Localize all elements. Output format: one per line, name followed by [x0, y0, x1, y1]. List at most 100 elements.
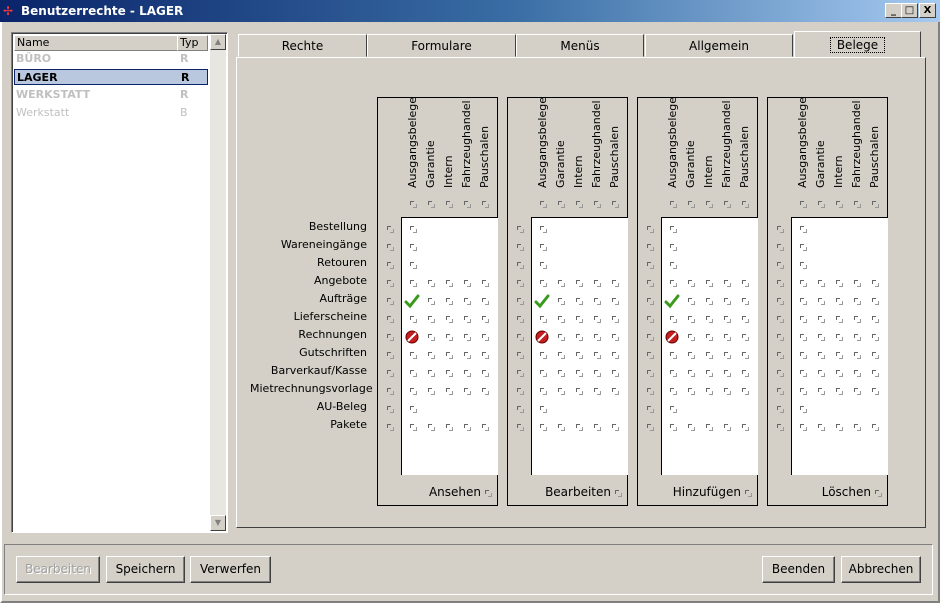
permission-checkbox[interactable] [540, 316, 547, 323]
permission-checkbox[interactable] [446, 298, 453, 305]
row-checkbox[interactable] [517, 352, 524, 359]
tab-allgemein[interactable]: Allgemein [645, 34, 793, 57]
permission-checkbox[interactable] [724, 424, 731, 431]
permission-checkbox[interactable] [742, 370, 749, 377]
permission-checkbox[interactable] [854, 298, 861, 305]
permission-checkbox[interactable] [742, 316, 749, 323]
permission-checkbox[interactable] [854, 388, 861, 395]
permission-checkbox[interactable] [540, 226, 547, 233]
permission-checkbox[interactable] [576, 352, 583, 359]
permission-checkbox[interactable] [800, 352, 807, 359]
user-list-row[interactable]: Werkstatt B [14, 105, 208, 121]
permission-checkbox[interactable] [706, 424, 713, 431]
granted-check-icon[interactable] [404, 293, 420, 309]
group-checkbox[interactable] [615, 489, 622, 497]
row-checkbox[interactable] [647, 244, 654, 251]
permission-checkbox[interactable] [724, 352, 731, 359]
permission-checkbox[interactable] [742, 424, 749, 431]
permission-checkbox[interactable] [410, 262, 417, 269]
user-list[interactable]: Name Typ BÜRO R LAGER R WERKSTATT R Werkstatt B… [11, 32, 228, 533]
column-checkbox[interactable] [706, 201, 713, 208]
column-checkbox[interactable] [724, 201, 731, 208]
permission-checkbox[interactable] [410, 316, 417, 323]
permission-checkbox[interactable] [688, 280, 695, 287]
row-checkbox[interactable] [647, 262, 654, 269]
permission-checkbox[interactable] [540, 352, 547, 359]
permission-checkbox[interactable] [612, 298, 619, 305]
permission-checkbox[interactable] [576, 334, 583, 341]
permission-checkbox[interactable] [464, 352, 471, 359]
permission-checkbox[interactable] [742, 280, 749, 287]
permission-checkbox[interactable] [594, 316, 601, 323]
permission-checkbox[interactable] [558, 370, 565, 377]
column-checkbox[interactable] [670, 201, 677, 208]
permission-checkbox[interactable] [464, 316, 471, 323]
permission-checkbox[interactable] [688, 370, 695, 377]
permission-checkbox[interactable] [872, 388, 879, 395]
permission-checkbox[interactable] [818, 280, 825, 287]
group-checkbox[interactable] [485, 489, 492, 497]
permission-checkbox[interactable] [612, 334, 619, 341]
edit-button[interactable]: Bearbeiten [16, 556, 100, 583]
permission-checkbox[interactable] [612, 424, 619, 431]
row-checkbox[interactable] [517, 262, 524, 269]
permission-checkbox[interactable] [872, 298, 879, 305]
permission-checkbox[interactable] [594, 334, 601, 341]
row-checkbox[interactable] [777, 298, 784, 305]
permission-checkbox[interactable] [670, 406, 677, 413]
permission-checkbox[interactable] [558, 316, 565, 323]
permission-checkbox[interactable] [706, 280, 713, 287]
permission-checkbox[interactable] [482, 352, 489, 359]
permission-checkbox[interactable] [800, 316, 807, 323]
permission-checkbox[interactable] [428, 298, 435, 305]
permission-checkbox[interactable] [836, 370, 843, 377]
row-checkbox[interactable] [777, 226, 784, 233]
denied-icon[interactable] [535, 330, 549, 344]
group-checkbox[interactable] [745, 489, 752, 497]
permission-checkbox[interactable] [724, 388, 731, 395]
permission-checkbox[interactable] [558, 352, 565, 359]
close-button[interactable]: X [919, 3, 936, 18]
permission-checkbox[interactable] [742, 388, 749, 395]
permission-checkbox[interactable] [540, 262, 547, 269]
exit-button[interactable]: Beenden [762, 556, 835, 583]
row-checkbox[interactable] [647, 334, 654, 341]
row-checkbox[interactable] [777, 388, 784, 395]
row-checkbox[interactable] [387, 388, 394, 395]
permission-checkbox[interactable] [446, 316, 453, 323]
permission-checkbox[interactable] [688, 316, 695, 323]
column-checkbox[interactable] [446, 201, 453, 208]
row-checkbox[interactable] [387, 280, 394, 287]
permission-checkbox[interactable] [688, 298, 695, 305]
permission-checkbox[interactable] [854, 370, 861, 377]
permission-checkbox[interactable] [482, 424, 489, 431]
permission-checkbox[interactable] [464, 280, 471, 287]
permission-checkbox[interactable] [742, 334, 749, 341]
permission-checkbox[interactable] [724, 334, 731, 341]
permission-checkbox[interactable] [410, 388, 417, 395]
tab-belege[interactable]: Belege [794, 31, 921, 58]
row-checkbox[interactable] [517, 388, 524, 395]
permission-checkbox[interactable] [836, 424, 843, 431]
permission-checkbox[interactable] [446, 370, 453, 377]
maximize-button[interactable]: □ [901, 3, 918, 18]
row-checkbox[interactable] [647, 388, 654, 395]
column-checkbox[interactable] [482, 201, 489, 208]
row-checkbox[interactable] [387, 262, 394, 269]
column-checkbox[interactable] [576, 201, 583, 208]
permission-checkbox[interactable] [540, 424, 547, 431]
user-list-row[interactable]: BÜRO R [14, 51, 208, 67]
row-checkbox[interactable] [777, 352, 784, 359]
permission-checkbox[interactable] [594, 298, 601, 305]
permission-checkbox[interactable] [410, 226, 417, 233]
tab-rechte[interactable]: Rechte [238, 34, 367, 57]
permission-checkbox[interactable] [800, 226, 807, 233]
column-checkbox[interactable] [540, 201, 547, 208]
permission-checkbox[interactable] [410, 424, 417, 431]
permission-checkbox[interactable] [670, 388, 677, 395]
column-checkbox[interactable] [612, 201, 619, 208]
permission-checkbox[interactable] [576, 280, 583, 287]
row-checkbox[interactable] [647, 316, 654, 323]
row-checkbox[interactable] [777, 280, 784, 287]
cancel-button[interactable]: Abbrechen [841, 556, 921, 583]
